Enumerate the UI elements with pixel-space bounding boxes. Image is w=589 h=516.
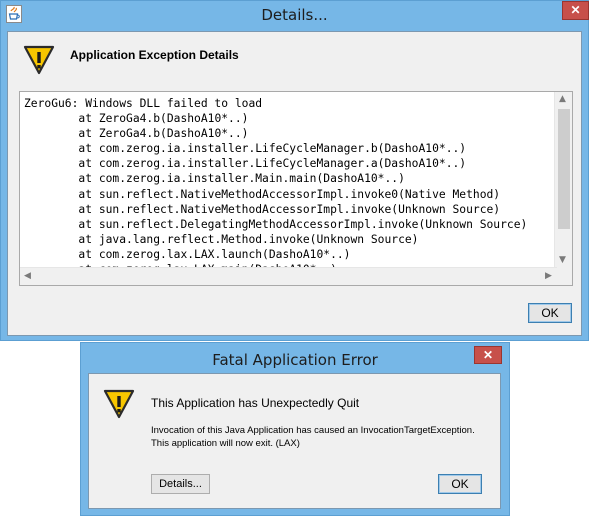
details-ok-button[interactable]: OK [528, 303, 572, 323]
fatal-ok-button[interactable]: OK [438, 474, 482, 494]
details-heading: Application Exception Details [70, 48, 239, 62]
details-title-bar[interactable]: Details... ✕ [1, 1, 589, 31]
horizontal-scrollbar[interactable]: ◀ ▶ [20, 267, 557, 285]
chevron-right-icon: ▶ [545, 271, 552, 281]
details-close-button[interactable]: ✕ [562, 1, 589, 20]
trace-line: at ZeroGa4.b(DashoA10*..) [24, 127, 249, 141]
trace-line: at com.zerog.ia.installer.LifeCycleManag… [24, 142, 467, 156]
close-icon: ✕ [570, 3, 581, 17]
chevron-up-icon: ▲ [559, 94, 566, 104]
vertical-scrollbar[interactable]: ▲ ▼ [554, 92, 572, 269]
scroll-corner [555, 268, 572, 285]
stack-trace-text: ZeroGu6: Windows DLL failed to load at Z… [24, 96, 527, 277]
fatal-client-area: This Application has Unexpectedly Quit I… [88, 373, 501, 509]
scroll-left-button[interactable]: ◀ [20, 268, 36, 285]
fatal-heading: This Application has Unexpectedly Quit [151, 396, 360, 410]
warning-icon [23, 45, 55, 75]
trace-line: at com.zerog.ia.installer.LifeCycleManag… [24, 157, 467, 171]
details-window: Details... ✕ Application Exception Detai… [0, 0, 589, 341]
trace-line: at sun.reflect.NativeMethodAccessorImpl.… [24, 187, 501, 201]
fatal-error-window: Fatal Application Error ✕ This Applicati… [80, 342, 510, 516]
trace-line: at ZeroGa4.b(DashoA10*..) [24, 112, 249, 126]
chevron-left-icon: ◀ [24, 271, 31, 281]
trace-line: at com.zerog.lax.LAX.launch(DashoA10*..) [24, 247, 351, 261]
details-client-area: Application Exception Details ZeroGu6: W… [7, 31, 582, 336]
chevron-down-icon: ▼ [559, 255, 566, 265]
stack-trace-textarea[interactable]: ZeroGu6: Windows DLL failed to load at Z… [19, 91, 573, 286]
details-window-title: Details... [261, 6, 328, 24]
fatal-message: Invocation of this Java Application has … [151, 425, 475, 449]
scroll-down-button[interactable]: ▼ [555, 253, 572, 269]
fatal-close-button[interactable]: ✕ [474, 346, 502, 364]
trace-line: at sun.reflect.DelegatingMethodAccessorI… [24, 217, 528, 231]
trace-line: at java.lang.reflect.Method.invoke(Unkno… [24, 232, 419, 246]
close-icon: ✕ [482, 348, 494, 362]
trace-line: ZeroGu6: Windows DLL failed to load [24, 97, 263, 110]
fatal-window-title: Fatal Application Error [212, 351, 378, 369]
trace-line: at sun.reflect.NativeMethodAccessorImpl.… [24, 202, 501, 216]
details-button[interactable]: Details... [151, 474, 210, 494]
trace-line: at com.zerog.ia.installer.Main.main(Dash… [24, 172, 405, 186]
scroll-up-button[interactable]: ▲ [555, 92, 572, 108]
vertical-scroll-thumb[interactable] [558, 109, 570, 229]
warning-icon [103, 389, 135, 419]
